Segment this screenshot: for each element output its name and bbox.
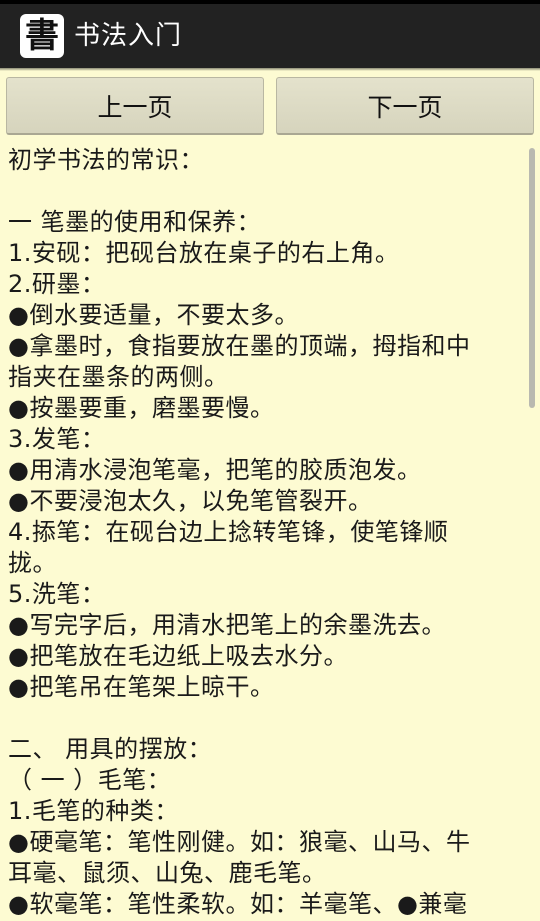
action-bar-shadow — [0, 68, 540, 71]
text-line: ●按墨要重，磨墨要慢。 — [8, 394, 275, 422]
article-content[interactable]: 初学书法的常识： 一 笔墨的使用和保养： 1.安砚：把砚台放在桌子的右上角。 2… — [8, 145, 522, 921]
text-line: （ 一 ）毛笔： — [8, 766, 172, 794]
action-bar: 書 书法入门 — [0, 4, 540, 68]
text-line: 一 笔墨的使用和保养： — [8, 208, 262, 236]
text-line: 2.研墨： — [8, 270, 106, 298]
text-line: ●倒水要适量，不要太多。 — [8, 301, 299, 329]
text-line: 耳毫、鼠须、山兔、鹿毛笔。 — [8, 859, 327, 887]
page-navigation: 上一页 下一页 — [0, 73, 540, 139]
text-line: ●用清水浸泡笔毫，把笔的胶质泡发。 — [8, 456, 422, 484]
text-line: 4.掭笔：在砚台边上捻转笔锋，使笔锋顺 — [8, 518, 449, 546]
text-line: 二、 用具的摆放： — [8, 735, 213, 763]
text-line: ●软毫笔：笔性柔软。如：羊毫笔、●兼毫 — [8, 890, 468, 918]
text-line: 5.洗笔： — [8, 580, 106, 608]
text-line: ●把笔放在毛边纸上吸去水分。 — [8, 642, 348, 670]
text-line: 初学书法的常识： — [8, 146, 204, 174]
text-line: 1.毛笔的种类： — [8, 797, 179, 825]
text-line — [8, 176, 522, 207]
previous-page-button[interactable]: 上一页 — [6, 77, 264, 135]
text-line: 3.发笔： — [8, 425, 106, 453]
text-line: ●不要浸泡太久，以免笔管裂开。 — [8, 487, 373, 515]
text-line — [8, 703, 522, 734]
text-line: ●拿墨时，食指要放在墨的顶端，拇指和中 — [8, 332, 471, 360]
scrollbar-thumb[interactable] — [529, 148, 535, 408]
text-line: ●把笔吊在笔架上晾干。 — [8, 673, 275, 701]
text-line: ●写完字后，用清水把笔上的余墨洗去。 — [8, 611, 446, 639]
text-line: 指夹在墨条的两侧。 — [8, 363, 229, 391]
text-line: ●硬毫笔：笔性刚健。如：狼毫、山马、牛 — [8, 828, 471, 856]
text-line: 拢。 — [8, 549, 57, 577]
app-logo-icon: 書 — [20, 14, 64, 58]
app-title: 书法入门 — [74, 21, 183, 51]
next-page-button[interactable]: 下一页 — [276, 77, 534, 135]
text-line: 1.安砚：把砚台放在桌子的右上角。 — [8, 239, 400, 267]
